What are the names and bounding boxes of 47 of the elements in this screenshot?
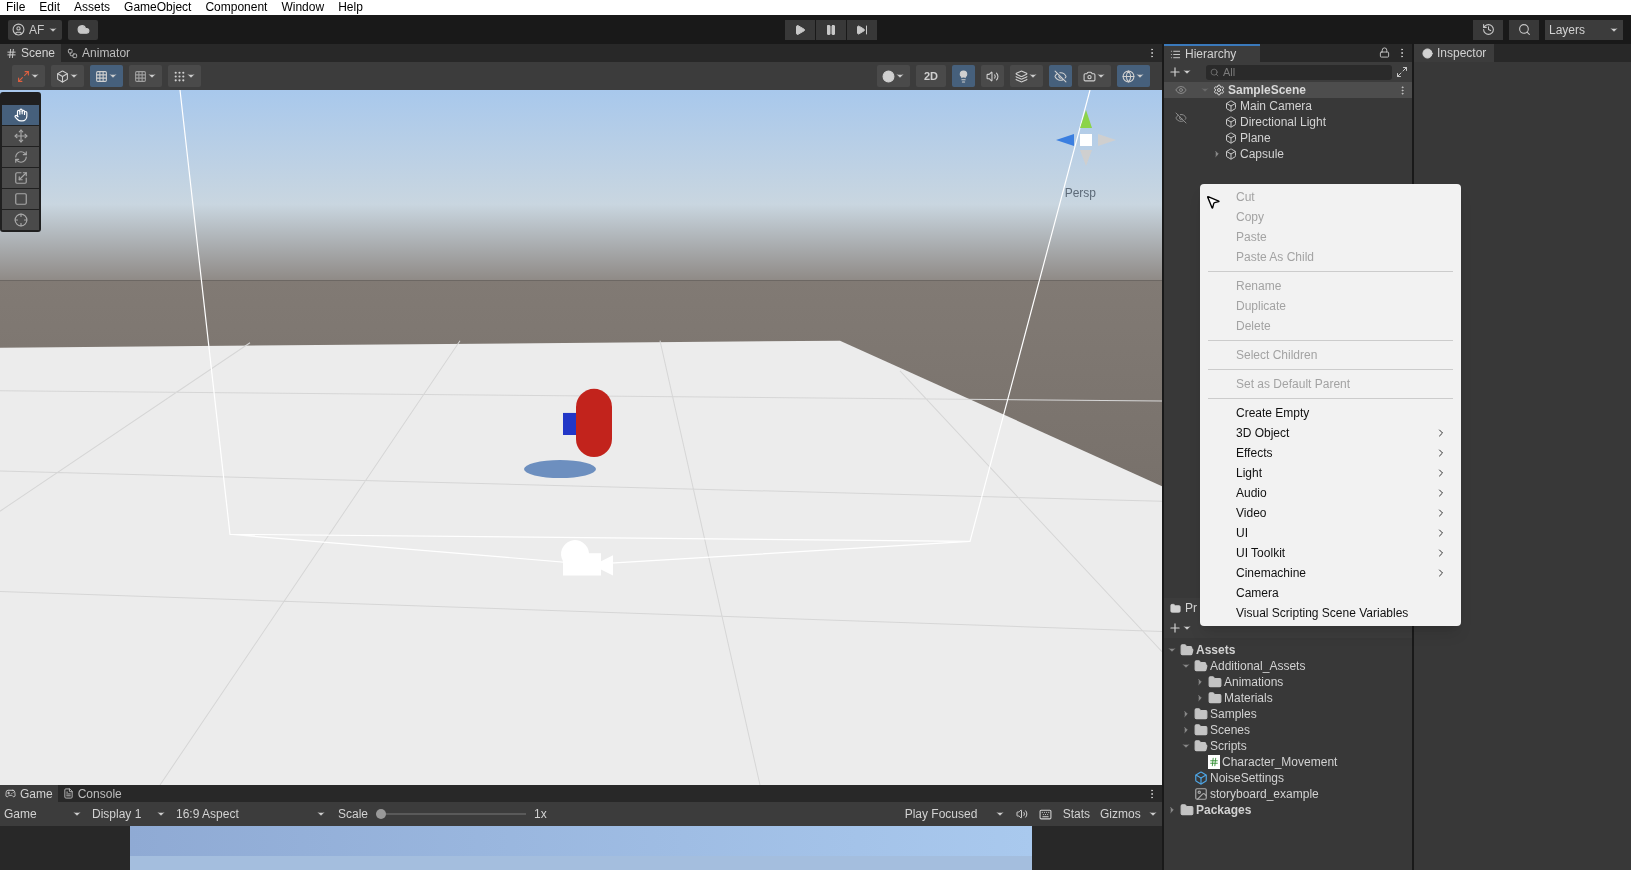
game-tab[interactable]: Game [0, 785, 58, 802]
menu-item[interactable]: Help [338, 0, 363, 15]
project-item[interactable]: Character_Movement [1222, 753, 1338, 771]
project-item[interactable]: storyboard_example [1210, 785, 1319, 803]
project-item[interactable]: Packages [1196, 801, 1252, 819]
hierarchy-item[interactable]: Capsule [1240, 145, 1285, 163]
scene-row[interactable]: SampleScene [1164, 82, 1412, 98]
menu-item[interactable]: Video [1200, 503, 1461, 523]
account-dropdown[interactable]: AF [8, 19, 63, 40]
project-item[interactable]: Samples [1210, 705, 1257, 723]
project-item[interactable]: Materials [1224, 689, 1273, 707]
menu-item[interactable]: Visual Scripting Scene Variables [1200, 603, 1461, 623]
project-item[interactable]: Scenes [1210, 721, 1251, 739]
menu-item[interactable]: UI [1200, 523, 1461, 543]
menu-item[interactable]: Edit [39, 0, 61, 15]
scene-tab[interactable]: Animator [61, 44, 137, 62]
hierarchy-item[interactable]: Directional Light [1240, 113, 1327, 131]
project-item[interactable]: Scripts [1210, 737, 1247, 755]
menu-item[interactable]: Component [205, 0, 268, 15]
scene-tab[interactable]: Scene [0, 44, 62, 62]
hierarchy-item[interactable]: Main Camera [1240, 97, 1313, 115]
menu-item[interactable]: Assets [74, 0, 111, 15]
2d-toggle[interactable]: 2D [915, 65, 946, 87]
menu-item[interactable]: GameObject [124, 0, 192, 15]
project-item[interactable]: Assets [1196, 641, 1236, 659]
scale-value: 1x [534, 806, 547, 823]
inspector-tab[interactable]: Inspector [1414, 44, 1495, 62]
menu-item[interactable]: File [6, 0, 26, 15]
hierarchy-tab[interactable]: Hierarchy [1164, 44, 1260, 62]
menu-item[interactable]: Camera [1200, 583, 1461, 603]
menu-item[interactable]: Cinemachine [1200, 563, 1461, 583]
project-item[interactable]: Animations [1224, 673, 1284, 691]
project-item[interactable]: NoiseSettings [1210, 769, 1285, 787]
hierarchy-item[interactable]: Plane [1240, 129, 1271, 147]
layers-dropdown[interactable]: Layers [1545, 19, 1623, 40]
menu-item[interactable]: Create Empty [1200, 403, 1461, 423]
scale-label: Scale [338, 806, 369, 823]
menu-item[interactable]: Light [1200, 463, 1461, 483]
projection-label[interactable]: Persp [1064, 184, 1096, 202]
menu-item[interactable]: 3D Object [1200, 423, 1461, 443]
menu-item[interactable]: Window [281, 0, 325, 15]
project-tab[interactable]: Pr [1164, 598, 1203, 618]
menu-item[interactable]: Audio [1200, 483, 1461, 503]
project-item[interactable]: Additional_Assets [1210, 657, 1306, 675]
menu-item[interactable]: Effects [1200, 443, 1461, 463]
menu-item[interactable]: UI Toolkit [1200, 543, 1461, 563]
game-tab[interactable]: Console [57, 785, 127, 802]
